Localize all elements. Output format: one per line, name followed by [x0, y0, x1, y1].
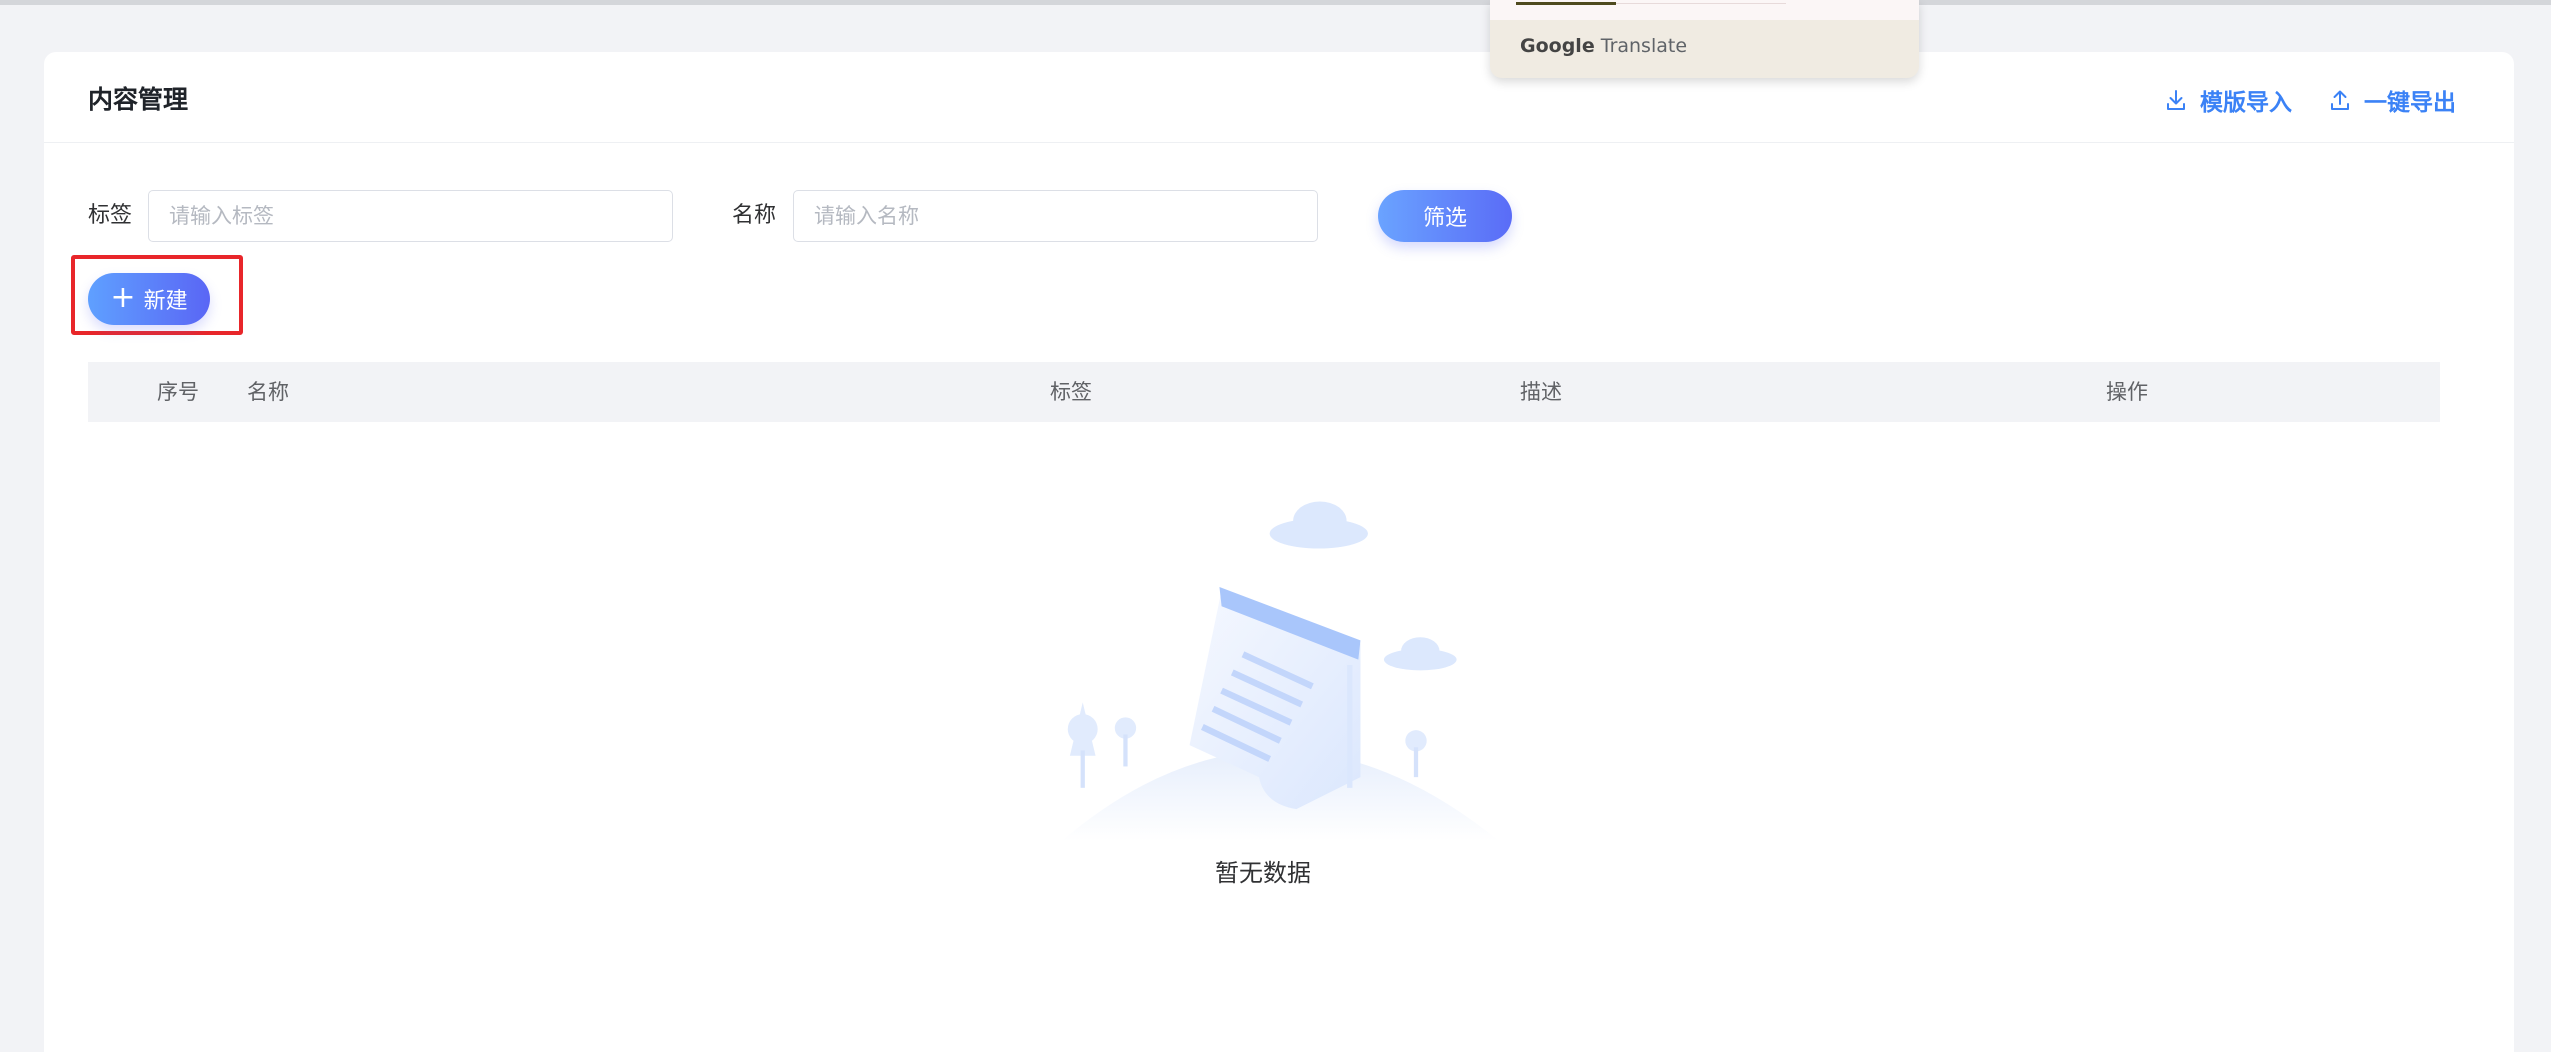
column-header-description: 描述: [1520, 380, 1562, 404]
template-import-label: 模版导入: [2200, 90, 2292, 116]
new-button[interactable]: + 新建: [88, 273, 210, 325]
column-header-index: 序号: [157, 380, 199, 404]
one-click-export-label: 一键导出: [2364, 90, 2456, 116]
page-title: 内容管理: [88, 85, 189, 114]
column-header-name: 名称: [247, 380, 289, 404]
column-header-actions: 操作: [2106, 380, 2148, 404]
empty-state-illustration: [1061, 501, 1500, 842]
column-header-tag: 标签: [1050, 380, 1092, 404]
tag-input[interactable]: [148, 190, 673, 242]
plus-icon: +: [110, 279, 136, 315]
download-icon: [2167, 90, 2185, 110]
empty-state-text: 暂无数据: [1215, 859, 1311, 887]
translate-brand-text: Translate: [1600, 35, 1688, 57]
template-import-button[interactable]: 模版导入: [2166, 82, 2292, 118]
upload-icon: [2331, 90, 2349, 110]
new-button-label: 新建: [143, 289, 188, 314]
card-header: 内容管理 模版导入 一键导出: [44, 52, 2514, 143]
name-input[interactable]: [793, 190, 1318, 242]
google-brand-text: Google: [1520, 35, 1595, 57]
popup-progress-indicator: [1516, 2, 1616, 5]
google-translate-popup: Google Translate: [1490, 0, 1919, 78]
browser-top-border: [0, 0, 2551, 5]
name-filter-label: 名称: [732, 203, 777, 228]
google-translate-brand: Google Translate: [1520, 32, 1687, 60]
one-click-export-button[interactable]: 一键导出: [2330, 82, 2456, 118]
tag-filter-label: 标签: [88, 203, 133, 228]
filter-button[interactable]: 筛选: [1378, 190, 1512, 242]
table-header: 序号 名称 标签 描述 操作: [88, 362, 2440, 422]
popup-top-strip: [1490, 0, 1919, 20]
